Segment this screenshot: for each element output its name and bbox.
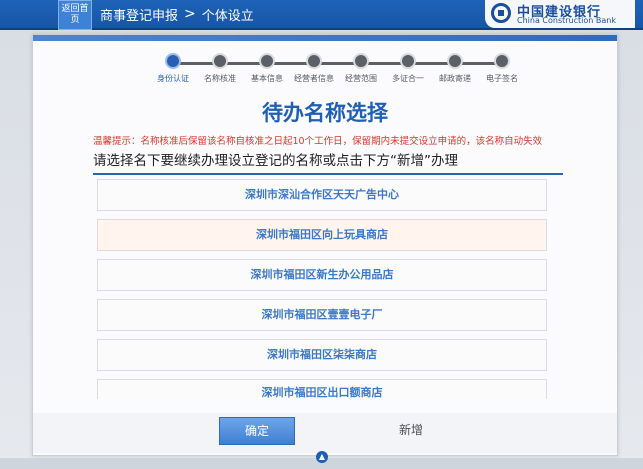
breadcrumb-separator: >: [184, 6, 196, 22]
screen: 返回首页 商事登记申报 > 个体设立 中国建设银行 China Construc…: [0, 0, 643, 469]
step-dot-icon: [306, 53, 322, 69]
breadcrumb: 商事登记申报 > 个体设立: [100, 4, 254, 24]
progress-steps: 身份认证 名称核准 基本信息 经营者信息 经营范围 多证合一 邮政寄递 电子签名: [157, 53, 519, 93]
step-label: 邮政寄递: [439, 74, 471, 83]
top-header: 返回首页 商事登记申报 > 个体设立 中国建设银行 China Construc…: [0, 0, 643, 30]
step-label: 名称核准: [204, 74, 236, 83]
step-label: 基本信息: [251, 74, 283, 83]
name-option[interactable]: 深圳市福田区壹壹电子厂: [97, 299, 547, 331]
step-label: 经营范围: [345, 74, 377, 83]
step-operator-info: 经营者信息: [289, 53, 339, 84]
step-business-scope: 经营范围: [336, 53, 386, 84]
bank-name-en: China Construction Bank: [517, 16, 616, 25]
breadcrumb-item-registration[interactable]: 商事登记申报: [100, 5, 178, 24]
confirm-button[interactable]: 确定: [219, 417, 295, 445]
page-title: 待办名称选择: [262, 101, 388, 125]
name-option[interactable]: 深圳市深汕合作区天天广告中心: [97, 179, 547, 211]
step-identity: 身份认证: [148, 53, 198, 84]
step-basic-info: 基本信息: [242, 53, 292, 84]
step-dot-icon: [400, 53, 416, 69]
pending-name-list: 深圳市深汕合作区天天广告中心 深圳市福田区向上玩具商店 深圳市福田区新生办公用品…: [97, 179, 547, 407]
name-option[interactable]: 深圳市福田区新生办公用品店: [97, 259, 547, 291]
step-dot-icon: [212, 53, 228, 69]
step-dot-icon: [165, 53, 181, 69]
main-panel: 身份认证 名称核准 基本信息 经营者信息 经营范围 多证合一 邮政寄递 电子签名…: [32, 34, 618, 456]
bank-logo-icon: [491, 3, 511, 23]
step-label: 多证合一: [392, 74, 424, 83]
step-dot-icon: [447, 53, 463, 69]
step-label: 身份认证: [157, 74, 189, 83]
name-option[interactable]: 深圳市福田区出口额商店: [97, 379, 547, 399]
home-button[interactable]: 返回首页: [58, 0, 92, 30]
step-dot-icon: [494, 53, 510, 69]
home-button-label: 返回首页: [61, 4, 89, 25]
name-option[interactable]: 深圳市福田区向上玩具商店: [97, 219, 547, 251]
step-multi-license: 多证合一: [383, 53, 433, 84]
add-new-button[interactable]: 新增: [375, 417, 447, 443]
step-postal: 邮政寄递: [430, 53, 480, 84]
step-dot-icon: [259, 53, 275, 69]
instruction-text: 请选择名下要继续办理设立登记的名称或点击下方“新增”办理: [93, 149, 563, 175]
step-label: 经营者信息: [294, 74, 334, 83]
step-label: 电子签名: [486, 74, 518, 83]
breadcrumb-item-individual: 个体设立: [201, 8, 254, 24]
step-dot-icon: [353, 53, 369, 69]
warning-notice: 温馨提示：名称核准后保留该名称自核准之日起10个工作日，保留期内未提交设立申请的…: [93, 136, 543, 147]
bottom-action-bar: 确定 新增: [33, 413, 617, 453]
step-e-signature: 电子签名: [477, 53, 527, 84]
name-option[interactable]: 深圳市福田区柒柒商店: [97, 339, 547, 371]
bank-logo: 中国建设银行 China Construction Bank: [485, 0, 635, 28]
scroll-up-icon[interactable]: ▲: [316, 451, 328, 463]
panel-top-stripe: [33, 35, 617, 41]
step-name-approval: 名称核准: [195, 53, 245, 84]
